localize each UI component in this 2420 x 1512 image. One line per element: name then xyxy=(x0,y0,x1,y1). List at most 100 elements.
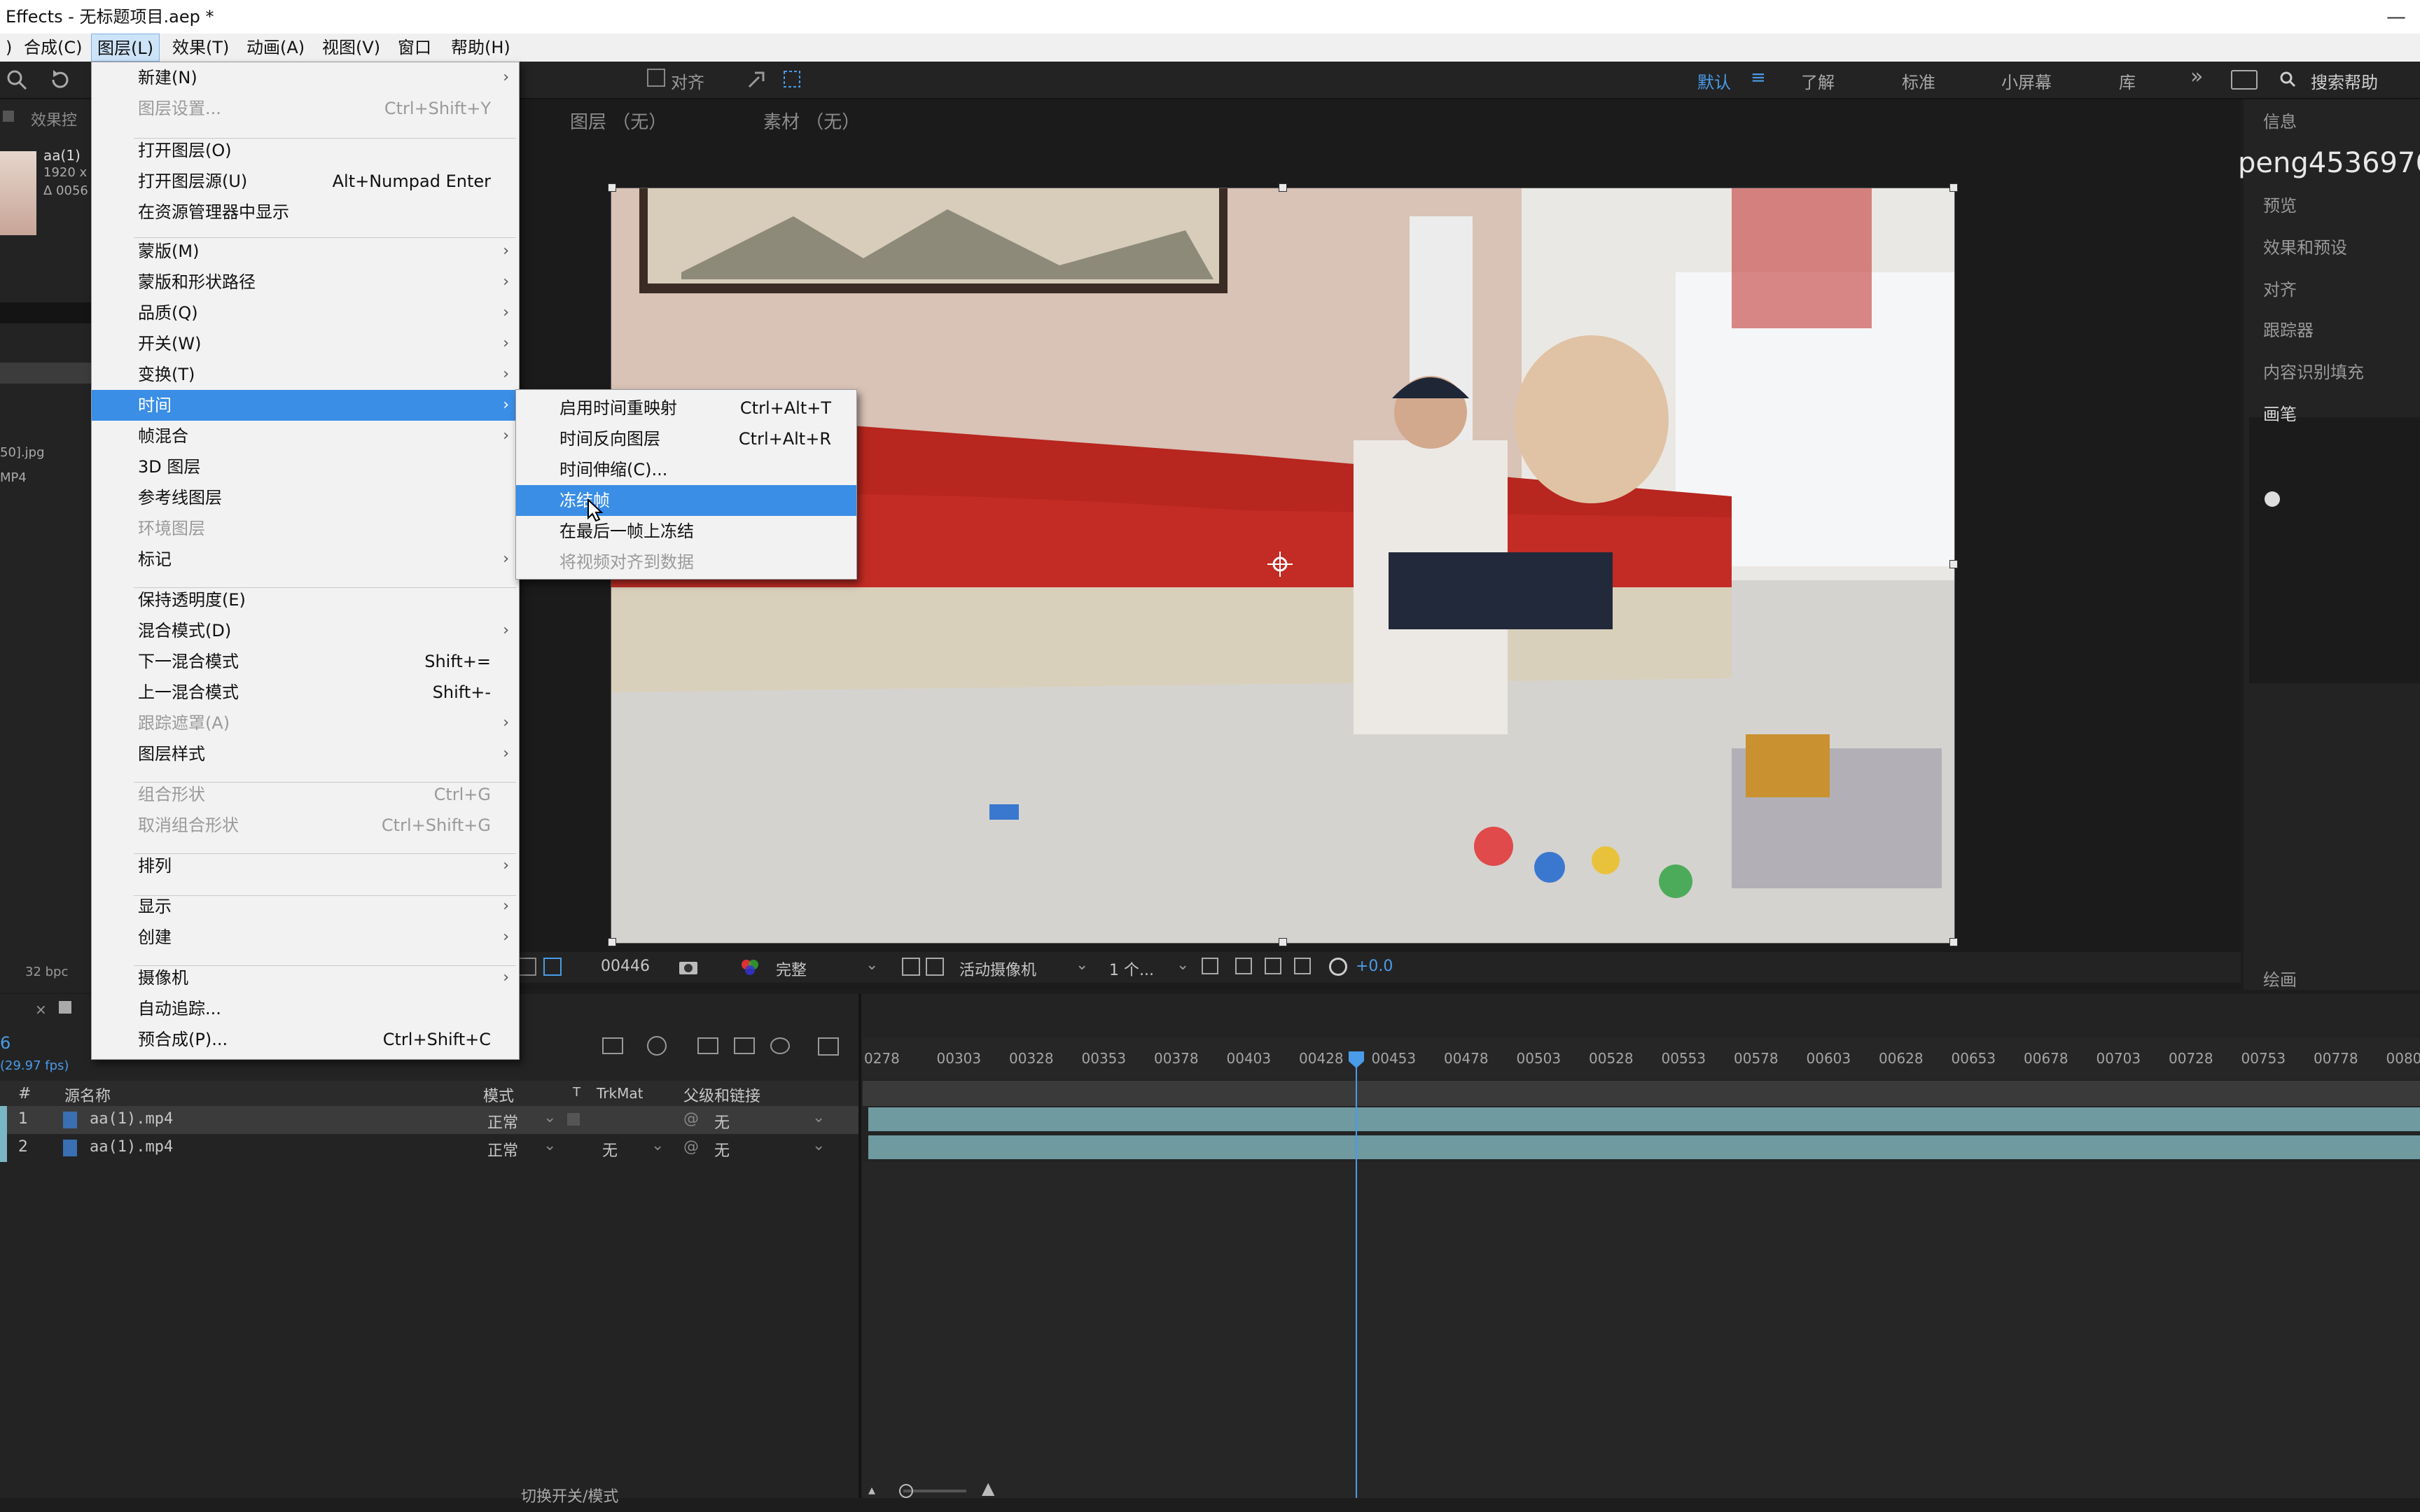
menu-window[interactable]: 窗口 xyxy=(392,34,437,62)
effect-controls-tab[interactable]: 效果控 xyxy=(31,108,77,130)
workspace-default[interactable]: 默认 xyxy=(1697,69,1731,93)
menu-composition[interactable]: 合成(C) xyxy=(18,34,88,62)
snap-grid-icon[interactable] xyxy=(781,69,802,90)
snapshot-camera-icon[interactable] xyxy=(678,958,699,976)
layer-mode-dropdown[interactable]: 正常 xyxy=(487,1138,518,1161)
layer-menu-item[interactable]: 蒙版和形状路径 › xyxy=(92,267,519,298)
layer-menu-item[interactable]: 蒙版(M) › xyxy=(92,236,519,267)
rotate-tool-icon[interactable] xyxy=(49,69,71,91)
layer-menu-item[interactable]: 保持透明度(E) xyxy=(92,584,519,615)
timecode-display[interactable]: 6 xyxy=(0,1033,11,1053)
resolution-dropdown[interactable]: 完整 xyxy=(776,958,807,980)
project-thumbnail[interactable] xyxy=(0,151,36,235)
parent-pickwhip-icon[interactable]: @ xyxy=(683,1110,699,1128)
panel-toggle-icon[interactable] xyxy=(2231,70,2258,90)
panel-content-aware-fill[interactable]: 内容识别填充 xyxy=(2263,358,2364,383)
region-of-interest-icon[interactable] xyxy=(902,958,920,976)
panel-brushes[interactable]: 画笔 xyxy=(2263,400,2297,425)
layer-menu-item[interactable]: 摄像机 › xyxy=(92,962,519,993)
graph-editor-icon[interactable] xyxy=(818,1037,839,1056)
fast-preview-icon[interactable] xyxy=(1202,958,1218,974)
layer-label-color[interactable] xyxy=(0,1106,7,1134)
footage-viewer-tab[interactable]: 素材 （无） xyxy=(763,108,860,134)
layer-menu-item[interactable]: 新建(N) › xyxy=(92,62,519,93)
menu-layer[interactable]: 图层(L) xyxy=(91,34,160,62)
grid-toggle-icon[interactable] xyxy=(518,958,536,976)
panel-effects-presets[interactable]: 效果和预设 xyxy=(2263,234,2347,258)
layer-menu-item[interactable]: 打开图层源(U) Alt+Numpad Enter xyxy=(92,166,519,197)
col-parent[interactable]: 父级和链接 xyxy=(683,1084,760,1106)
layer-trkmat-dropdown[interactable]: 无 xyxy=(602,1138,618,1161)
layer-menu-item[interactable]: 标记 › xyxy=(92,544,519,575)
col-source-name[interactable]: 源名称 xyxy=(64,1084,111,1106)
layer-menu-item[interactable]: 参考线图层 xyxy=(92,482,519,513)
bpc-label[interactable]: 32 bpc xyxy=(25,965,68,979)
layer-menu-item[interactable]: 预合成(P)... Ctrl+Shift+C xyxy=(92,1024,519,1055)
transform-handle-mr[interactable] xyxy=(1949,560,1958,568)
workspace-small-screen[interactable]: 小屏幕 xyxy=(2001,69,2052,93)
layer-1-track-bar[interactable] xyxy=(868,1107,2420,1131)
time-submenu-item[interactable]: 时间伸缩(C)... xyxy=(516,454,856,485)
layer-2-track-bar[interactable] xyxy=(868,1135,2420,1159)
parent-pickwhip-icon[interactable]: @ xyxy=(683,1138,699,1156)
snap-icon[interactable] xyxy=(746,69,767,90)
workspace-menu-icon[interactable]: ≡ xyxy=(1751,67,1766,88)
time-submenu-item[interactable]: 启用时间重映射 Ctrl+Alt+T xyxy=(516,393,856,424)
panel-info[interactable]: 信息 xyxy=(2263,108,2297,132)
menu-effect[interactable]: 效果(T) xyxy=(167,34,235,62)
close-comp-tab-icon[interactable]: × xyxy=(35,1001,47,1018)
zoom-in-icon[interactable]: ▲ xyxy=(982,1478,994,1498)
layer-viewer-tab[interactable]: 图层 （无） xyxy=(570,108,667,134)
zoom-out-icon[interactable]: ▴ xyxy=(868,1481,875,1498)
layer-menu-item[interactable]: 在资源管理器中显示 xyxy=(92,197,519,227)
transform-handle-tr[interactable] xyxy=(1949,183,1958,192)
zoom-slider-thumb[interactable] xyxy=(899,1484,913,1498)
layer-menu-item[interactable]: 变换(T) › xyxy=(92,359,519,390)
transform-handle-br[interactable] xyxy=(1949,938,1958,946)
layer-mode-dropdown[interactable]: 正常 xyxy=(487,1110,518,1133)
transparency-grid-icon[interactable] xyxy=(926,958,944,976)
comp-mini-flowchart-icon[interactable] xyxy=(602,1037,623,1054)
menu-help[interactable]: 帮助(H) xyxy=(445,34,516,62)
toggle-switches-modes-button[interactable]: 切换开关/模式 xyxy=(521,1484,618,1506)
comp-flowchart-icon[interactable] xyxy=(1265,958,1281,974)
help-search-input[interactable]: 搜索帮助 xyxy=(2311,69,2378,93)
layer-menu-item[interactable]: 显示 › xyxy=(92,891,519,922)
playhead-handle-icon[interactable] xyxy=(1349,1051,1364,1070)
layer-parent-dropdown[interactable]: 无 xyxy=(714,1138,730,1161)
layer-menu-item[interactable]: 3D 图层 xyxy=(92,451,519,482)
layer-parent-dropdown[interactable]: 无 xyxy=(714,1110,730,1133)
transform-handle-tm[interactable] xyxy=(1279,183,1287,192)
time-submenu-item[interactable]: 时间反向图层 Ctrl+Alt+R xyxy=(516,424,856,454)
layer-menu-item[interactable]: 上一混合模式 Shift+- xyxy=(92,677,519,708)
menu-view[interactable]: 视图(V) xyxy=(317,34,386,62)
exposure-value[interactable]: +0.0 xyxy=(1356,958,1393,975)
hide-shy-layers-icon[interactable] xyxy=(697,1037,718,1054)
layer-menu-item[interactable]: 排列 › xyxy=(92,850,519,881)
panel-preview[interactable]: 预览 xyxy=(2263,192,2297,216)
minimize-button[interactable]: — xyxy=(2386,0,2406,34)
layer-name[interactable]: aa(1).mp4 xyxy=(90,1110,173,1128)
menu-item-partial[interactable]: ) xyxy=(0,34,18,62)
workspace-learn[interactable]: 了解 xyxy=(1801,69,1835,93)
workspace-library[interactable]: 库 xyxy=(2119,69,2136,93)
current-frame-field[interactable]: 00446 xyxy=(601,958,650,975)
workspace-standard[interactable]: 标准 xyxy=(1902,69,1935,93)
views-dropdown[interactable]: 1 个... xyxy=(1109,958,1154,980)
menu-animation[interactable]: 动画(A) xyxy=(241,34,310,62)
layer-menu-item[interactable]: 打开图层(O) xyxy=(92,135,519,166)
layer-label-color[interactable] xyxy=(0,1134,7,1162)
frame-blending-icon[interactable] xyxy=(734,1037,755,1054)
layer-menu-item[interactable]: 创建 › xyxy=(92,922,519,953)
reset-exposure-icon[interactable] xyxy=(1294,958,1311,974)
panel-tracker[interactable]: 跟踪器 xyxy=(2263,316,2314,341)
timeline-layer-row[interactable]: 2 aa(1).mp4 正常 ⌄ 无 ⌄ @ 无 ⌄ xyxy=(0,1134,860,1162)
more-workspaces-icon[interactable]: » xyxy=(2190,64,2203,89)
panel-paint[interactable]: 绘画 xyxy=(2263,966,2297,990)
project-file-jpg[interactable]: 50].jpg xyxy=(0,445,45,460)
layer-menu-item[interactable]: 自动追踪... xyxy=(92,993,519,1024)
search-tool-icon[interactable] xyxy=(6,69,28,91)
col-mode[interactable]: 模式 xyxy=(483,1084,514,1106)
transform-handle-tl[interactable] xyxy=(608,183,616,192)
exposure-icon[interactable] xyxy=(1329,958,1347,976)
